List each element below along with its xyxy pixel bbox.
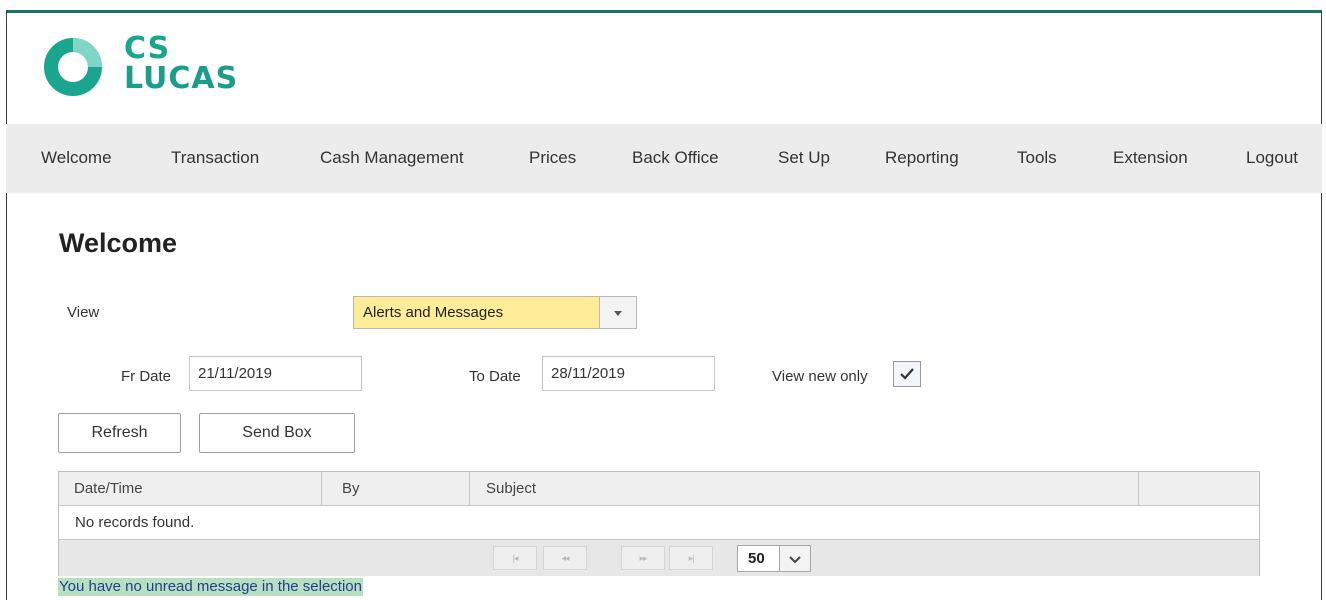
prev-page-icon: ◂◂: [561, 553, 569, 563]
brand-line-2: LUCAS: [124, 61, 239, 96]
view-new-only-label: View new only: [772, 368, 868, 385]
nav-prices[interactable]: Prices: [529, 148, 576, 168]
grid-empty-message: No records found.: [75, 514, 195, 531]
chevron-down-icon: [614, 311, 622, 316]
nav-set-up[interactable]: Set Up: [778, 148, 830, 168]
page-size-value: 50: [748, 550, 765, 567]
send-box-button[interactable]: Send Box: [199, 413, 355, 453]
column-header-by[interactable]: By: [322, 472, 470, 505]
column-header-subject[interactable]: Subject: [470, 472, 1139, 505]
nav-extension[interactable]: Extension: [1113, 148, 1188, 168]
first-page-icon: |◂: [512, 553, 519, 563]
page-size-select[interactable]: 50: [737, 545, 811, 572]
next-page-button[interactable]: ▸▸: [621, 546, 665, 570]
brand-name: CS LUCAS: [124, 34, 238, 94]
nav-reporting[interactable]: Reporting: [885, 148, 959, 168]
view-label: View: [67, 304, 100, 321]
last-page-icon: ▸|: [688, 553, 695, 563]
status-message: You have no unread message in the select…: [58, 578, 363, 596]
checkmark-icon: [900, 368, 914, 380]
refresh-button[interactable]: Refresh: [58, 413, 181, 453]
fr-date-label: Fr Date: [121, 368, 172, 385]
view-new-only-checkbox[interactable]: [893, 361, 921, 387]
column-header-extra: [1139, 472, 1259, 505]
nav-transaction[interactable]: Transaction: [171, 148, 259, 168]
view-select-dropdown-button[interactable]: [599, 297, 636, 328]
chevron-down-icon: [789, 556, 801, 564]
page-title: Welcome: [59, 228, 178, 258]
column-header-datetime[interactable]: Date/Time: [59, 472, 322, 505]
view-select-value: Alerts and Messages: [363, 304, 504, 321]
prev-page-button[interactable]: ◂◂: [543, 546, 587, 570]
next-page-icon: ▸▸: [639, 553, 647, 563]
to-date-label: To Date: [469, 368, 521, 385]
grid-pager: |◂ ◂◂ ▸▸ ▸| 50: [59, 539, 1259, 576]
nav-welcome[interactable]: Welcome: [41, 148, 112, 168]
main-nav: Welcome Transaction Cash Management Pric…: [6, 124, 1322, 193]
view-select[interactable]: Alerts and Messages: [353, 296, 637, 329]
grid-header: Date/Time By Subject: [59, 472, 1259, 506]
fr-date-field[interactable]: [189, 356, 362, 391]
page-size-dropdown-button[interactable]: [779, 546, 810, 571]
messages-grid: Date/Time By Subject No records found. |…: [58, 471, 1260, 576]
first-page-button[interactable]: |◂: [493, 546, 537, 570]
nav-logout[interactable]: Logout: [1246, 148, 1298, 168]
nav-cash-management[interactable]: Cash Management: [320, 148, 464, 168]
to-date-field[interactable]: [542, 356, 715, 391]
nav-tools[interactable]: Tools: [1017, 148, 1057, 168]
logo-mark-icon: [44, 38, 102, 96]
last-page-button[interactable]: ▸|: [669, 546, 713, 570]
nav-back-office[interactable]: Back Office: [632, 148, 719, 168]
